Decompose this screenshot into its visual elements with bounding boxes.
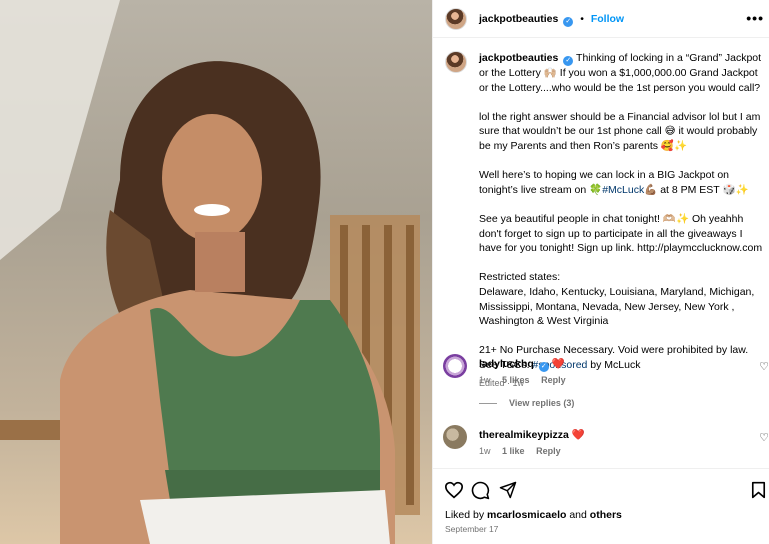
post-caption: jackpotbeauties ✓ Thinking of locking in… bbox=[479, 51, 764, 391]
bookmark-icon[interactable] bbox=[751, 481, 766, 499]
reply-button[interactable]: Reply bbox=[541, 375, 566, 385]
separator-dot: • bbox=[580, 13, 584, 25]
comment-username[interactable]: therealmikeypizza bbox=[479, 429, 569, 441]
post-date[interactable]: September 17 bbox=[445, 524, 498, 534]
restricted-list: Delaware, Idaho, Kentucky, Louisiana, Ma… bbox=[479, 285, 755, 328]
author-avatar[interactable] bbox=[445, 8, 467, 30]
comment-avatar[interactable] bbox=[443, 425, 467, 449]
more-icon[interactable]: ••• bbox=[746, 10, 764, 26]
caption-username[interactable]: jackpotbeauties bbox=[479, 52, 558, 64]
comment-body: therealmikeypizza ❤️ bbox=[479, 428, 739, 441]
comment-meta: 1w 1 like Reply bbox=[479, 446, 570, 456]
likes-summary: Liked by mcarlosmicaelo and others bbox=[445, 509, 622, 521]
post-details-panel: jackpotbeauties ✓ • Follow ••• jackpotbe… bbox=[432, 0, 769, 544]
liked-by-user[interactable]: mcarlosmicaelo bbox=[487, 509, 566, 521]
caption-paragraph-1: jackpotbeauties ✓ Thinking of locking in… bbox=[479, 51, 764, 95]
post-photo-illustration bbox=[0, 0, 420, 544]
verified-icon: ✓ bbox=[538, 362, 549, 372]
caption-text-3b: 💪🏽 at 8 PM EST 🎲✨ bbox=[644, 183, 749, 196]
likes-others-link[interactable]: others bbox=[590, 509, 622, 521]
share-icon[interactable] bbox=[499, 481, 517, 499]
comment-meta: 1w 5 likes Reply bbox=[479, 375, 575, 385]
author-username[interactable]: jackpotbeauties bbox=[479, 13, 558, 25]
caption-paragraph-3: Well here’s to hoping we can lock in a B… bbox=[479, 168, 764, 197]
caption-author-avatar[interactable] bbox=[445, 51, 467, 73]
comment-likes[interactable]: 5 likes bbox=[502, 375, 530, 385]
comment-text: ❤️ bbox=[551, 358, 565, 370]
comment-username[interactable]: ladyluckhq bbox=[479, 358, 534, 370]
heart-icon[interactable] bbox=[444, 481, 464, 499]
caption-paragraph-2: lol the right answer should be a Financi… bbox=[479, 110, 761, 152]
reply-button[interactable]: Reply bbox=[536, 446, 561, 456]
comment-age: 1w bbox=[479, 375, 491, 385]
likes-prefix: Liked by bbox=[445, 509, 485, 521]
comment-text: ❤️ bbox=[571, 429, 585, 441]
view-replies-button[interactable]: View replies (3) bbox=[479, 398, 574, 408]
author-row: jackpotbeauties ✓ • Follow bbox=[479, 13, 624, 27]
caption-paragraph-5: Restricted states: Delaware, Idaho, Kentu… bbox=[479, 270, 764, 328]
comment-body: ladyluckhq ✓ ❤️ bbox=[479, 357, 739, 372]
restricted-title: Restricted states: bbox=[479, 271, 561, 284]
comment-like-heart-icon[interactable]: ♡ bbox=[759, 360, 769, 373]
caption-paragraph-4: See ya beautiful people in chat tonight!… bbox=[479, 212, 763, 255]
likes-middle: and bbox=[569, 509, 587, 521]
comment-icon[interactable] bbox=[471, 481, 490, 500]
comment-avatar[interactable] bbox=[443, 354, 467, 378]
verified-icon: ✓ bbox=[563, 56, 574, 66]
post-header: jackpotbeauties ✓ • Follow ••• bbox=[433, 0, 769, 38]
comment-likes[interactable]: 1 like bbox=[502, 446, 525, 456]
verified-icon: ✓ bbox=[563, 17, 574, 27]
comment-like-heart-icon[interactable]: ♡ bbox=[759, 431, 769, 444]
follow-button[interactable]: Follow bbox=[591, 13, 624, 25]
post-photo[interactable] bbox=[0, 0, 432, 544]
comment-age: 1w bbox=[479, 446, 491, 456]
post-actions: Liked by mcarlosmicaelo and others Septe… bbox=[433, 468, 769, 544]
hashtag-mcluck[interactable]: #McLuck bbox=[602, 184, 644, 196]
